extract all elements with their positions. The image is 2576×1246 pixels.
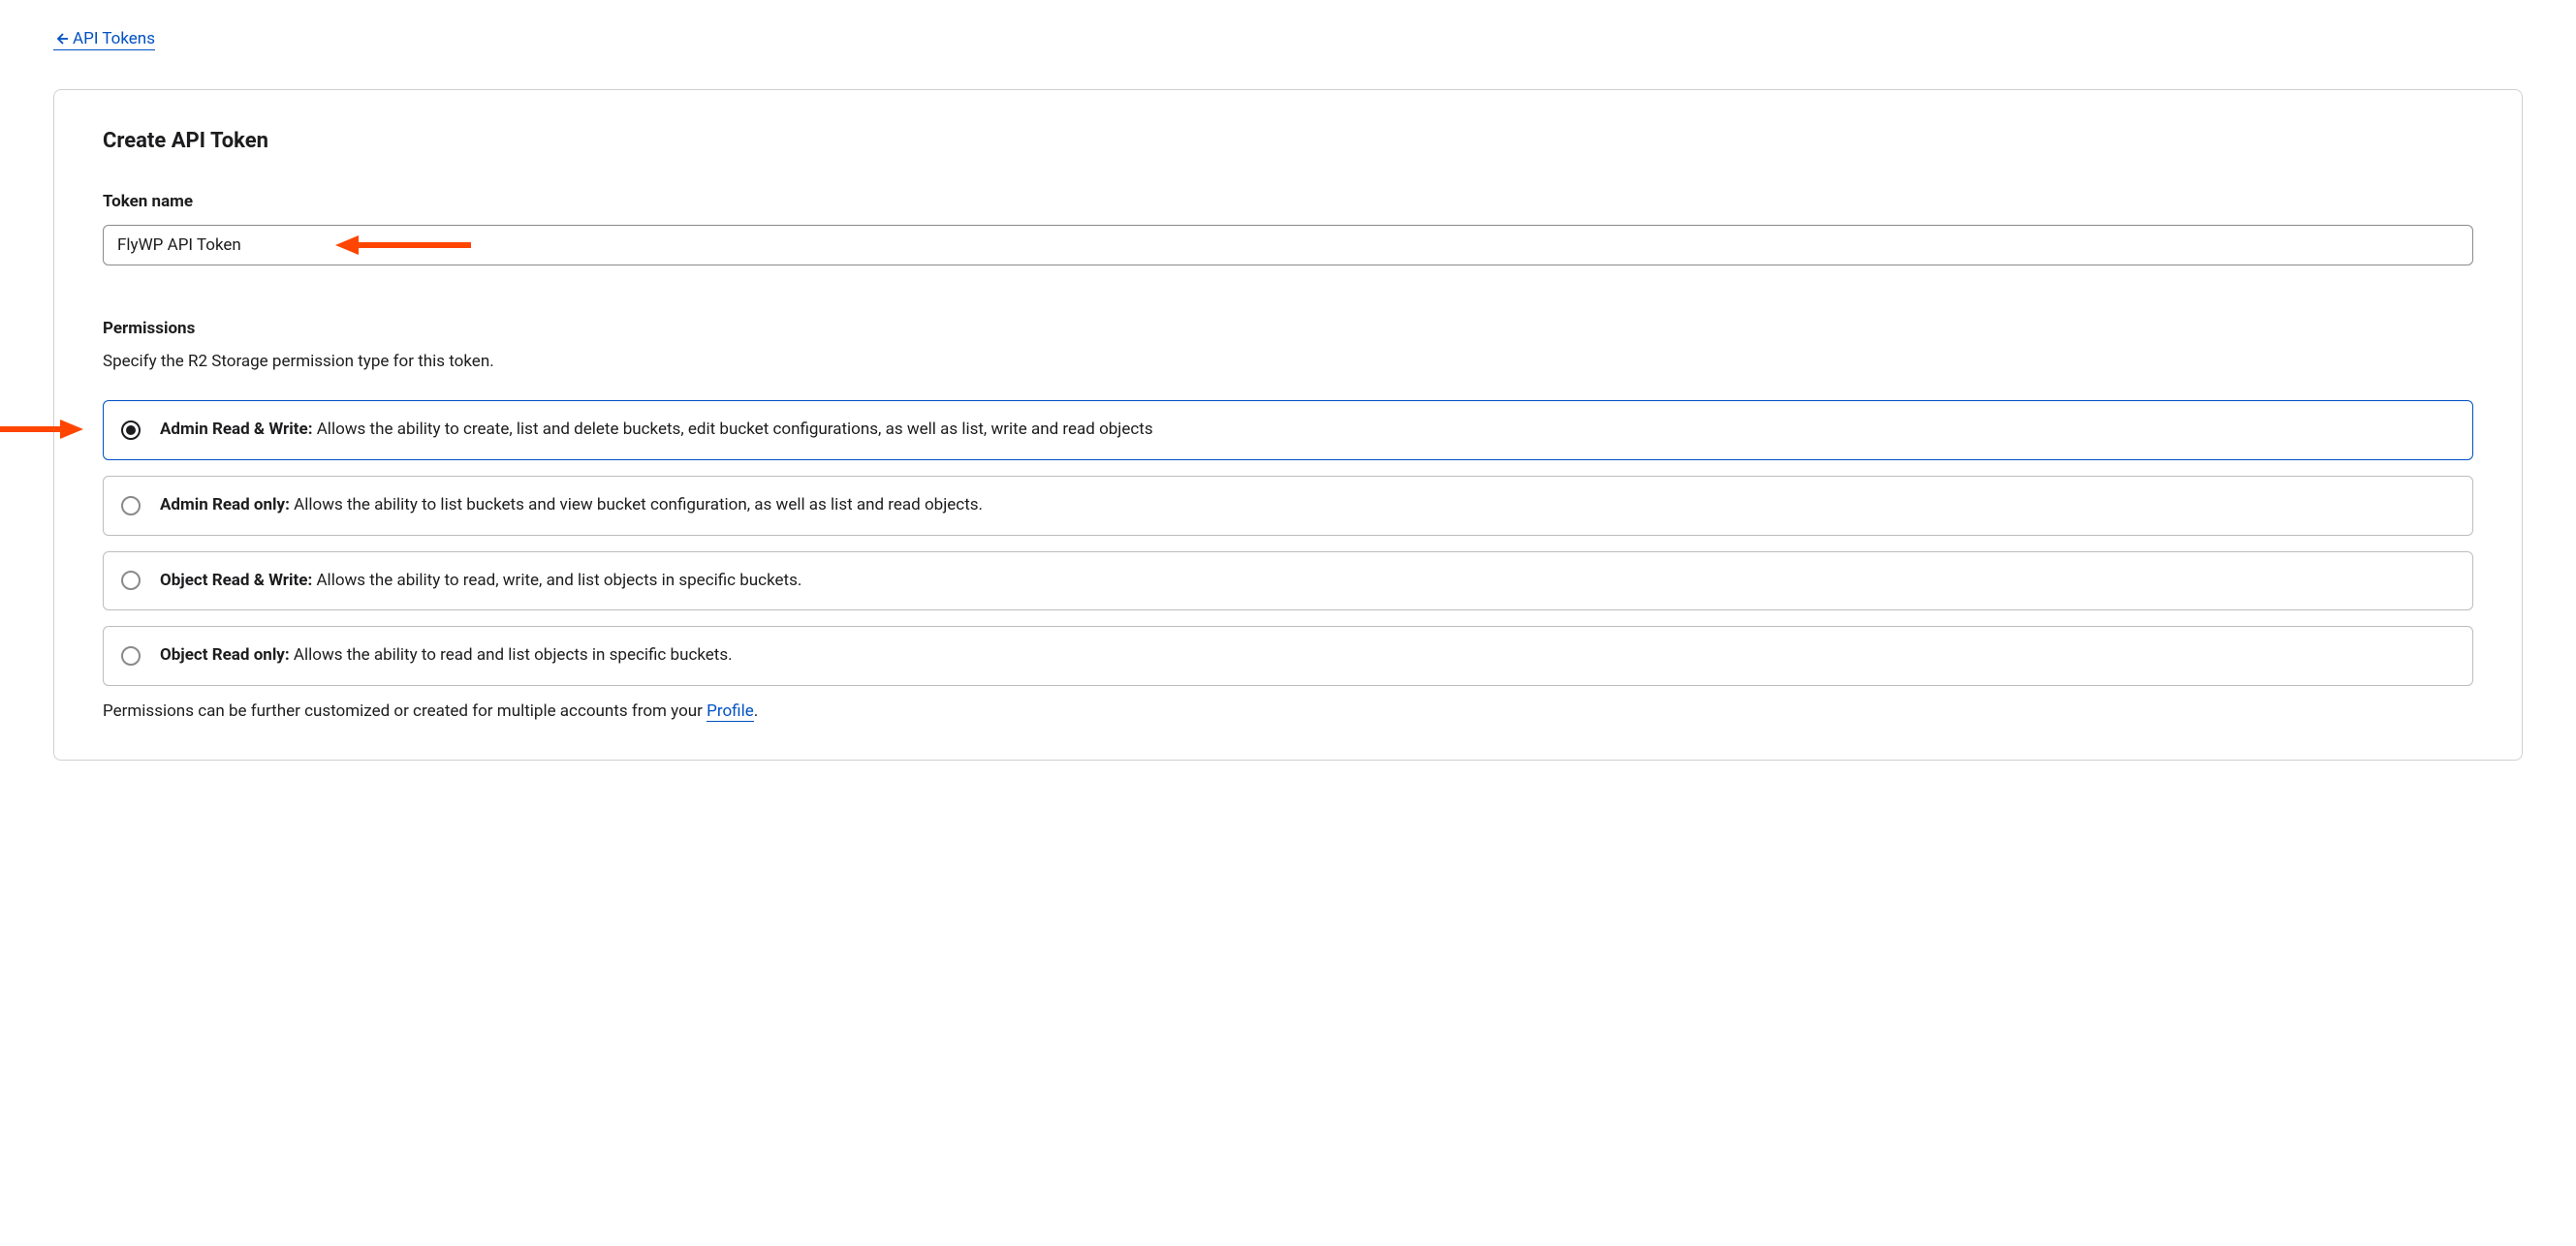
permissions-footer-note: Permissions can be further customized or… (103, 701, 2473, 721)
permission-option-title: Object Read & Write: (160, 571, 312, 590)
permission-option-text: Object Read & Write: Allows the ability … (160, 570, 801, 593)
create-token-card: Create API Token Token name Permissions … (53, 89, 2523, 761)
radio-icon (121, 496, 141, 515)
permission-option-text: Object Read only: Allows the ability to … (160, 644, 733, 668)
permission-option-text: Admin Read & Write: Allows the ability t… (160, 419, 1153, 442)
radio-icon (121, 421, 141, 440)
permission-option-2[interactable]: Object Read & Write: Allows the ability … (103, 551, 2473, 611)
permissions-radio-group: Admin Read & Write: Allows the ability t… (103, 400, 2473, 686)
radio-icon (121, 646, 141, 666)
token-name-input[interactable] (103, 225, 2473, 265)
annotation-arrow-icon (0, 418, 83, 441)
radio-icon (121, 571, 141, 590)
profile-link[interactable]: Profile (707, 701, 754, 722)
token-name-label: Token name (103, 192, 2473, 211)
permission-option-description: Allows the ability to create, list and d… (313, 420, 1153, 439)
permission-option-description: Allows the ability to read, write, and l… (312, 571, 801, 590)
permission-option-1[interactable]: Admin Read only: Allows the ability to l… (103, 476, 2473, 536)
footer-note-suffix: . (754, 701, 758, 721)
permission-option-text: Admin Read only: Allows the ability to l… (160, 494, 983, 517)
footer-note-prefix: Permissions can be further customized or… (103, 701, 707, 721)
permissions-subtext: Specify the R2 Storage permission type f… (103, 352, 2473, 371)
permission-option-0[interactable]: Admin Read & Write: Allows the ability t… (103, 400, 2473, 460)
permission-option-3[interactable]: Object Read only: Allows the ability to … (103, 626, 2473, 686)
permission-option-title: Object Read only: (160, 645, 290, 665)
back-link-label: API Tokens (73, 29, 155, 48)
permission-option-description: Allows the ability to list buckets and v… (290, 495, 983, 514)
permission-option-title: Admin Read & Write: (160, 420, 313, 439)
permissions-label: Permissions (103, 319, 2473, 338)
back-to-api-tokens-link[interactable]: API Tokens (53, 29, 155, 50)
permission-option-title: Admin Read only: (160, 495, 290, 514)
page-title: Create API Token (103, 129, 2473, 153)
permission-option-description: Allows the ability to read and list obje… (290, 645, 733, 665)
arrow-left-icon (53, 31, 69, 47)
